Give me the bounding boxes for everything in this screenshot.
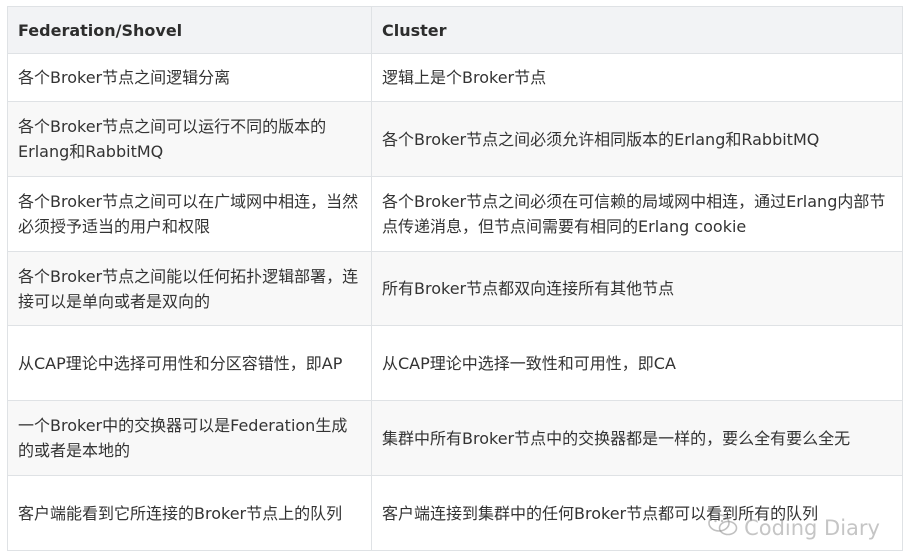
cluster-cell: 从CAP理论中选择一致性和可用性，即CA: [371, 325, 903, 401]
federation-cell: 各个Broker节点之间能以任何拓扑逻辑部署，连接可以是单向或者是双向的: [7, 251, 372, 326]
table-row: 各个Broker节点之间可以在广域网中相连，当然必须授予适当的用户和权限 各个B…: [7, 176, 903, 252]
federation-cell: 各个Broker节点之间逻辑分离: [7, 53, 372, 102]
cluster-cell: 集群中所有Broker节点中的交换器都是一样的，要么全有要么全无: [371, 400, 903, 476]
table-row: 各个Broker节点之间逻辑分离 逻辑上是个Broker节点: [7, 53, 903, 102]
table-row: 从CAP理论中选择可用性和分区容错性，即AP 从CAP理论中选择一致性和可用性，…: [7, 325, 903, 401]
table-row: 一个Broker中的交换器可以是Federation生成的或者是本地的 集群中所…: [7, 400, 903, 476]
federation-cell: 一个Broker中的交换器可以是Federation生成的或者是本地的: [7, 400, 372, 476]
header-cluster: Cluster: [371, 6, 903, 54]
cluster-cell: 所有Broker节点都双向连接所有其他节点: [371, 251, 903, 326]
table-row: 各个Broker节点之间可以运行不同的版本的Erlang和RabbitMQ 各个…: [7, 101, 903, 177]
federation-cell: 各个Broker节点之间可以在广域网中相连，当然必须授予适当的用户和权限: [7, 176, 372, 252]
header-federation-shovel: Federation/Shovel: [7, 6, 372, 54]
cluster-cell: 客户端连接到集群中的任何Broker节点都可以看到所有的队列: [371, 475, 903, 551]
federation-cell: 从CAP理论中选择可用性和分区容错性，即AP: [7, 325, 372, 401]
cluster-cell: 各个Broker节点之间必须允许相同版本的Erlang和RabbitMQ: [371, 101, 903, 177]
cluster-cell: 逻辑上是个Broker节点: [371, 53, 903, 102]
comparison-table: Federation/Shovel Cluster 各个Broker节点之间逻辑…: [7, 6, 903, 551]
table-row: 各个Broker节点之间能以任何拓扑逻辑部署，连接可以是单向或者是双向的 所有B…: [7, 251, 903, 326]
table-header-row: Federation/Shovel Cluster: [7, 6, 903, 54]
cluster-cell: 各个Broker节点之间必须在可信赖的局域网中相连，通过Erlang内部节点传递…: [371, 176, 903, 252]
federation-cell: 各个Broker节点之间可以运行不同的版本的Erlang和RabbitMQ: [7, 101, 372, 177]
federation-cell: 客户端能看到它所连接的Broker节点上的队列: [7, 475, 372, 551]
table-row: 客户端能看到它所连接的Broker节点上的队列 客户端连接到集群中的任何Brok…: [7, 475, 903, 551]
